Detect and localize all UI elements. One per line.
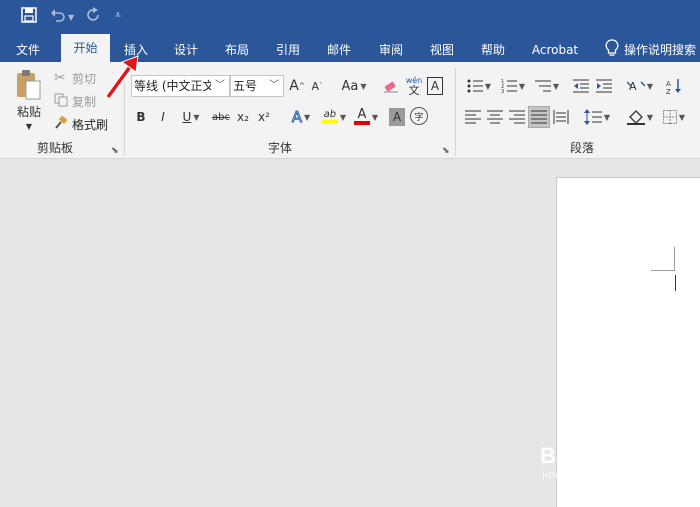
numbering-button[interactable]: 1 2 3 ▼ xyxy=(498,76,528,96)
paste-icon[interactable] xyxy=(12,68,46,102)
format-painter-label: 格式刷 xyxy=(72,117,109,132)
font-launcher-icon[interactable]: ⬊ xyxy=(442,146,450,156)
font-group-label: 字体 xyxy=(267,141,292,155)
copy-icon xyxy=(54,93,72,110)
font-name-value: 等线 (中文正文) xyxy=(134,79,220,93)
paint-bucket-icon xyxy=(626,110,645,125)
svg-text:A: A xyxy=(629,80,637,93)
line-spacing-icon xyxy=(583,109,602,125)
font-size-value: 五号 xyxy=(233,79,258,93)
font-color-button[interactable]: A ▼ xyxy=(351,105,381,129)
change-case-button[interactable]: Aa ▼ xyxy=(336,76,372,96)
phonetic-guide-icon[interactable]: wén 文 xyxy=(404,73,424,99)
character-border-icon[interactable]: A xyxy=(427,77,443,95)
chinese-layout-icon: A xyxy=(626,80,645,93)
cut-button[interactable]: ✂ 剪切 xyxy=(54,68,96,88)
scissors-icon: ✂ xyxy=(54,70,66,86)
strikethrough-button[interactable]: abc xyxy=(210,107,232,127)
character-shading-icon[interactable]: A xyxy=(389,108,405,126)
bold-button[interactable]: B xyxy=(134,107,148,127)
copy-button[interactable]: 复制 xyxy=(54,91,96,111)
tab-design[interactable]: 设计 xyxy=(166,39,206,62)
paste-dropdown-icon[interactable]: ▼ xyxy=(22,120,36,132)
text-effects-button[interactable]: A ▼ xyxy=(287,107,315,127)
tab-mailings[interactable]: 邮件 xyxy=(319,39,359,62)
customize-qat-icon[interactable]: ⩡ xyxy=(115,7,121,25)
tab-help[interactable]: 帮助 xyxy=(473,39,513,62)
redo-icon[interactable] xyxy=(85,7,101,27)
line-spacing-button[interactable]: ▼ xyxy=(582,108,612,126)
paragraph-group-label: 段落 xyxy=(569,141,594,155)
clipboard-launcher-icon[interactable]: ⬊ xyxy=(111,146,119,156)
watermark-brand: Baidu 经验 xyxy=(540,443,652,468)
chevron-down-icon[interactable]: ﹀ xyxy=(265,76,283,96)
tab-review[interactable]: 审阅 xyxy=(371,39,411,62)
align-center-icon[interactable] xyxy=(486,108,504,126)
tab-view[interactable]: 视图 xyxy=(422,39,462,62)
font-size-combo[interactable]: 五号 ﹀ xyxy=(230,75,284,97)
format-painter-button[interactable]: 格式刷 xyxy=(54,114,108,134)
svg-text:A: A xyxy=(666,80,671,88)
sort-icon[interactable]: AZ xyxy=(664,76,684,96)
tell-me-search[interactable]: 操作说明搜索 xyxy=(624,39,700,62)
annotation-arrow-icon xyxy=(105,55,139,99)
tab-file[interactable]: 文件 xyxy=(8,39,48,62)
clipboard-group-label: 剪贴板 xyxy=(36,141,73,155)
align-right-icon[interactable] xyxy=(508,108,526,126)
grow-font-icon[interactable]: A ^ xyxy=(289,76,305,96)
chinese-layout-button[interactable]: A ▼ xyxy=(624,76,656,96)
borders-button[interactable]: ▼ xyxy=(660,108,688,126)
numbering-icon: 123 xyxy=(501,79,517,93)
margin-corner-mark xyxy=(674,247,675,271)
cut-label: 剪切 xyxy=(72,71,97,86)
shading-button[interactable]: ▼ xyxy=(624,108,656,126)
title-bar: ▼ ⩡ xyxy=(0,0,700,34)
paintbrush-icon xyxy=(54,115,72,133)
italic-button[interactable]: I xyxy=(156,107,170,127)
font-name-combo[interactable]: 等线 (中文正文) ﹀ xyxy=(131,75,230,97)
save-icon[interactable] xyxy=(21,7,37,27)
borders-icon xyxy=(662,110,677,124)
undo-icon[interactable] xyxy=(50,7,66,27)
font-color-swatch xyxy=(353,121,370,125)
highlight-button[interactable]: ab ▼ xyxy=(319,105,349,129)
tab-references[interactable]: 引用 xyxy=(268,39,308,62)
watermark-url: jingyan.baidu.com xyxy=(542,468,644,481)
enclose-characters-icon[interactable]: 字 xyxy=(410,107,428,125)
multilevel-list-icon xyxy=(534,80,551,92)
multilevel-list-button[interactable]: ▼ xyxy=(532,76,562,96)
tab-layout[interactable]: 布局 xyxy=(217,39,257,62)
lightbulb-icon[interactable] xyxy=(605,39,619,60)
shrink-font-icon[interactable]: Aˇ xyxy=(309,76,325,96)
group-divider xyxy=(455,68,456,156)
superscript-button[interactable]: x² xyxy=(256,107,272,127)
highlight-color-swatch xyxy=(321,120,338,124)
paste-label[interactable]: 粘贴 xyxy=(9,102,49,120)
chevron-down-icon[interactable]: ﹀ xyxy=(211,76,229,96)
text-cursor xyxy=(675,275,676,291)
distributed-icon[interactable] xyxy=(552,108,570,126)
tab-acrobat[interactable]: Acrobat xyxy=(525,39,585,62)
clear-formatting-icon[interactable] xyxy=(382,76,400,96)
bullets-icon xyxy=(467,79,483,93)
margin-corner-mark xyxy=(651,270,675,271)
decrease-indent-icon[interactable] xyxy=(571,76,591,96)
svg-text:3: 3 xyxy=(501,89,504,93)
watermark: Baidu 经验 jingyan.baidu.com xyxy=(540,430,695,490)
align-left-icon[interactable] xyxy=(464,108,482,126)
increase-indent-icon[interactable] xyxy=(594,76,614,96)
copy-label: 复制 xyxy=(72,94,97,109)
subscript-button[interactable]: x₂ xyxy=(235,107,251,127)
justify-icon[interactable] xyxy=(528,106,550,128)
underline-button[interactable]: U ▼ xyxy=(178,107,204,127)
undo-dropdown-icon[interactable]: ▼ xyxy=(68,9,74,27)
bullets-button[interactable]: ▼ xyxy=(464,76,494,96)
svg-text:Z: Z xyxy=(666,88,671,94)
